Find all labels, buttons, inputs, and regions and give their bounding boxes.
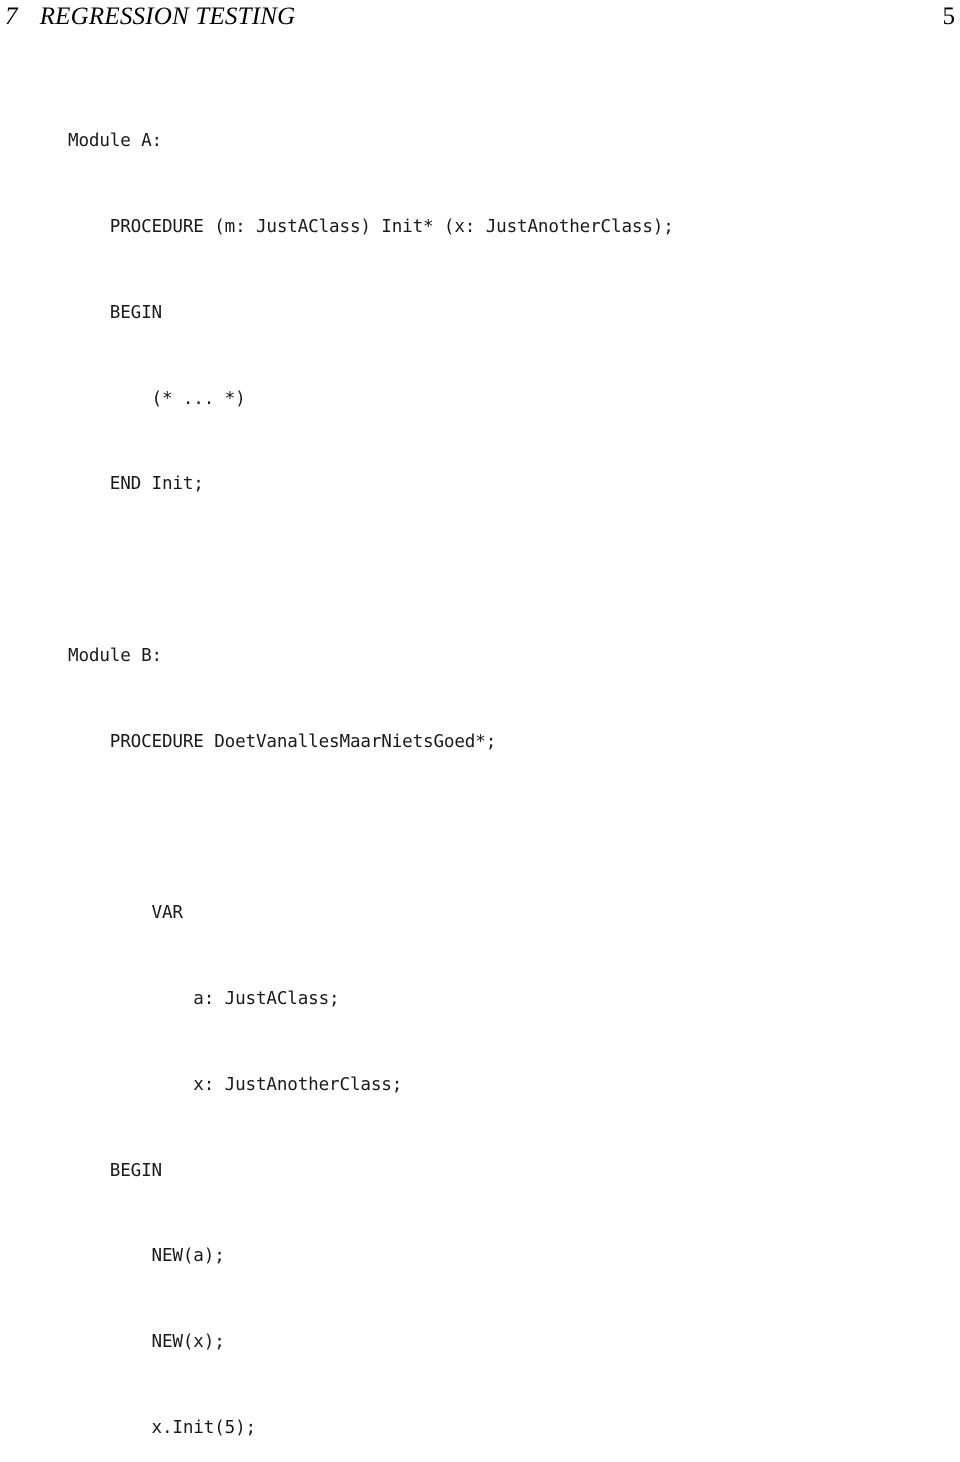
code-line: BEGIN bbox=[68, 302, 162, 323]
code-line: a: JustAClass; bbox=[68, 989, 340, 1009]
running-header-left: 7 REGRESSION TESTING bbox=[5, 0, 295, 34]
code-line: PROCEDURE (m: JustAClass) Init* (x: Just… bbox=[68, 216, 674, 237]
code-line: x: JustAnotherClass; bbox=[68, 1074, 403, 1095]
code-line: END Init; bbox=[68, 474, 204, 495]
code-line: Module B: bbox=[68, 645, 162, 666]
running-header: 7 REGRESSION TESTING 5 bbox=[5, 0, 955, 46]
page-number: 5 bbox=[942, 3, 956, 30]
code-listing: Module A: PROCEDURE (m: JustAClass) Init… bbox=[68, 70, 955, 1462]
code-line: NEW(a); bbox=[68, 1246, 225, 1267]
code-line: BEGIN bbox=[68, 1160, 162, 1181]
code-line: Module A: bbox=[68, 131, 162, 152]
code-line: (* ... *) bbox=[68, 388, 246, 409]
running-header-section-title: REGRESSION TESTING bbox=[39, 3, 296, 30]
running-header-section-number: 7 bbox=[5, 3, 18, 30]
document-page: 7 REGRESSION TESTING 5 Module A: PROCEDUR… bbox=[0, 0, 960, 1462]
code-line: VAR bbox=[68, 903, 183, 924]
code-line: PROCEDURE DoetVanallesMaarNietsGoed*; bbox=[68, 731, 497, 752]
code-line: x.Init(5); bbox=[68, 1417, 257, 1438]
code-line: NEW(x); bbox=[68, 1332, 225, 1353]
